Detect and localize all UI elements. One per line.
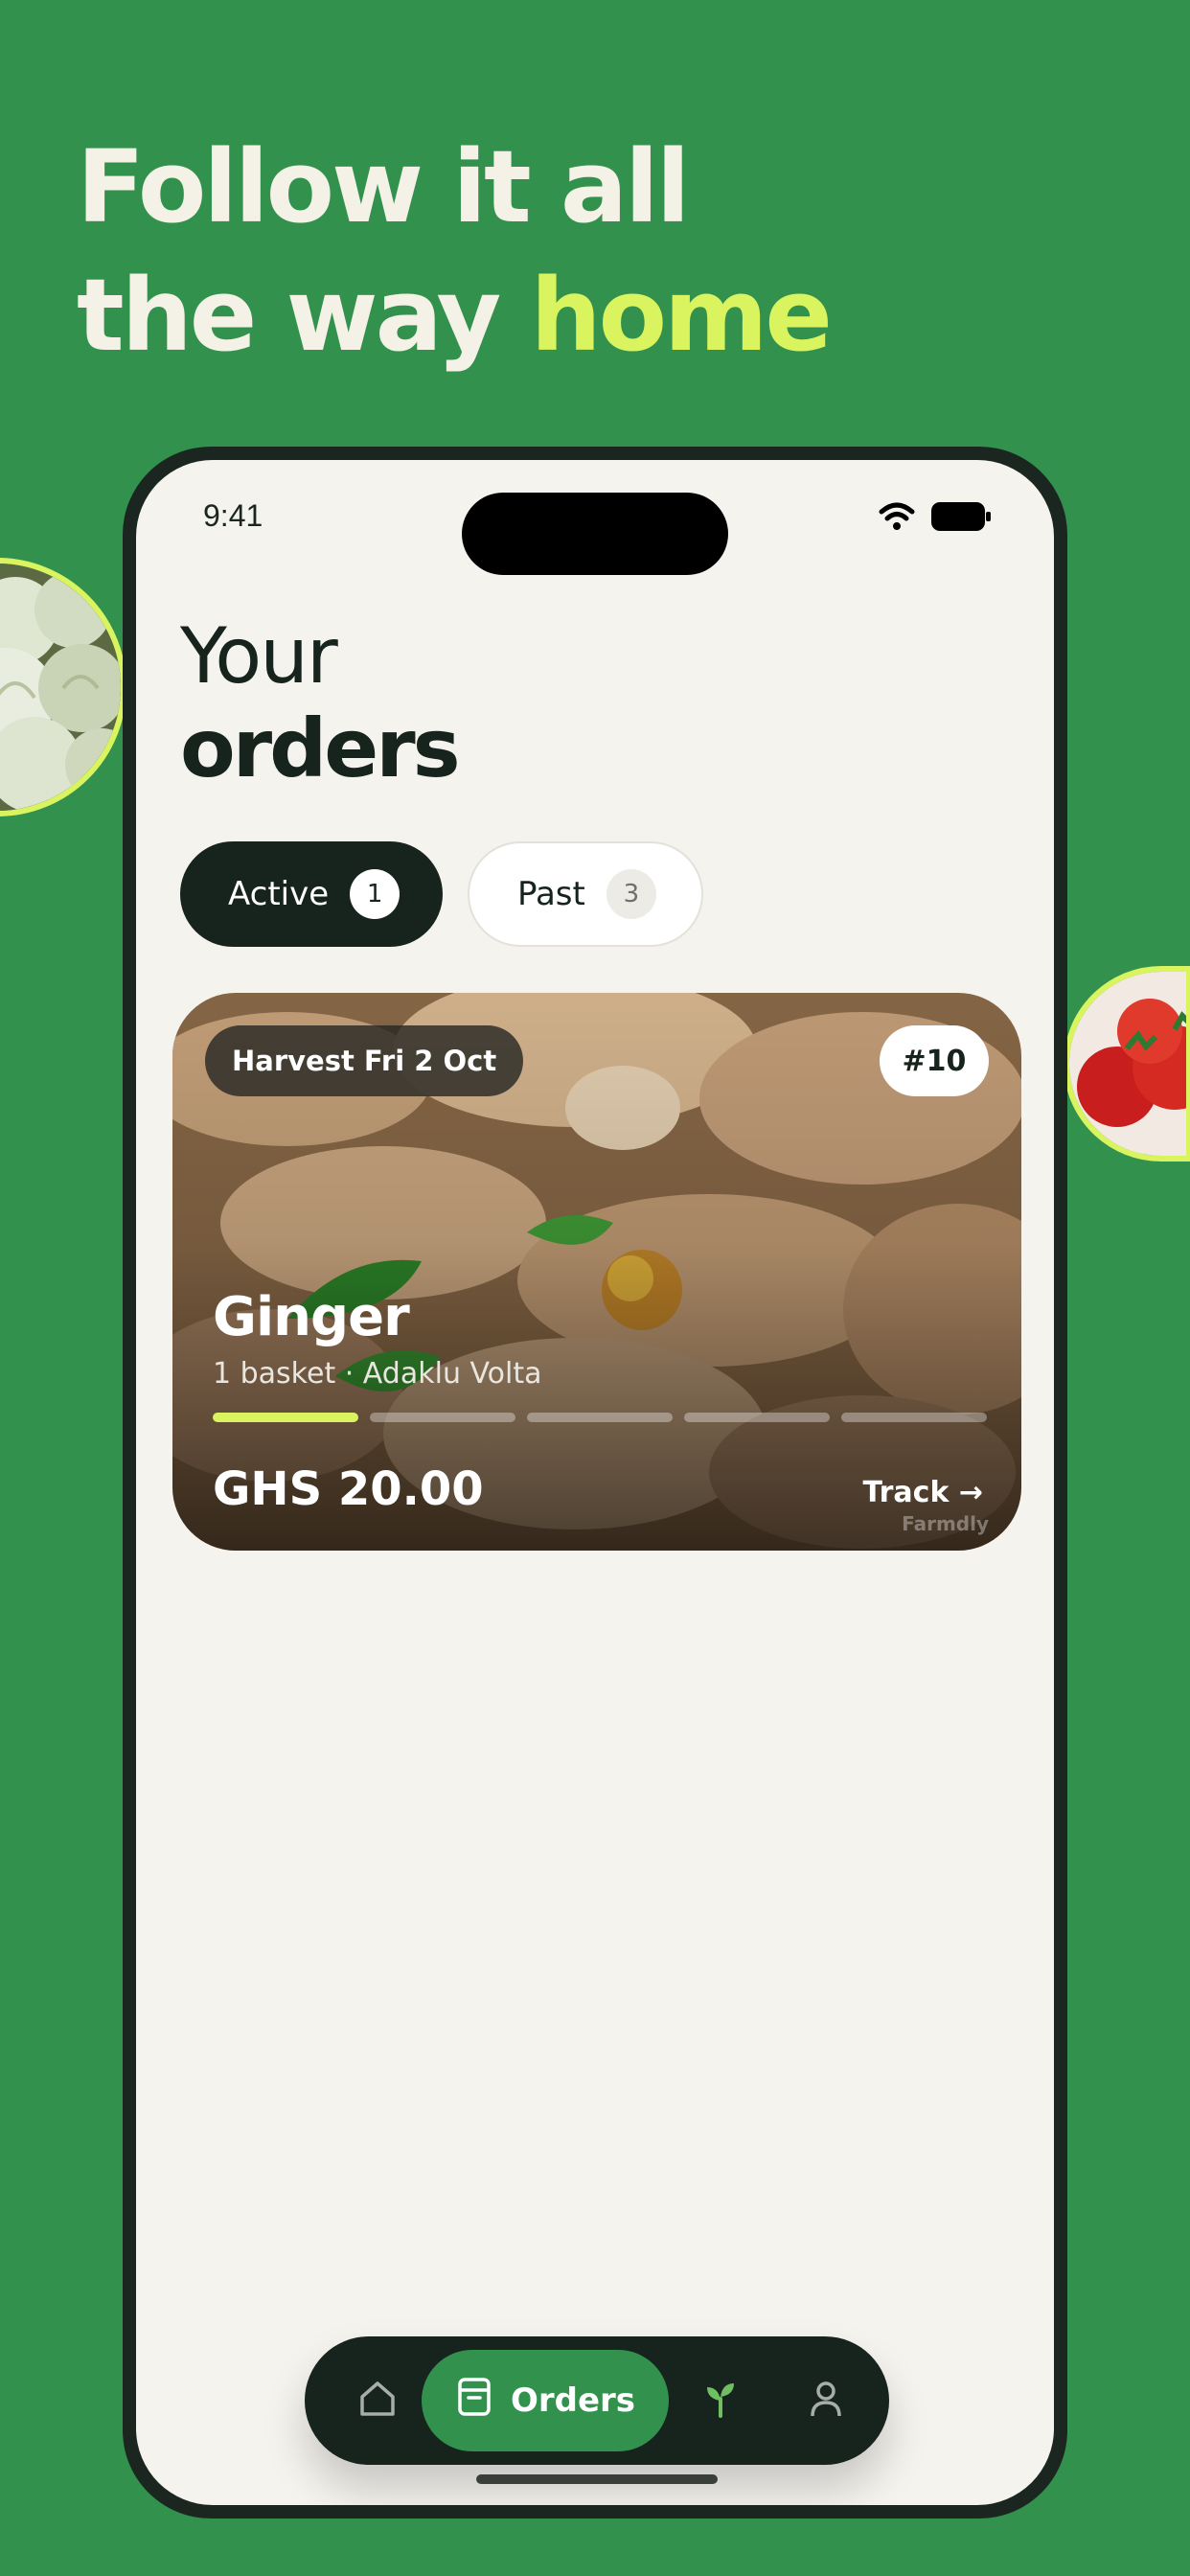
progress-segment bbox=[370, 1413, 515, 1422]
product-name: Ginger bbox=[213, 1286, 410, 1348]
harvest-date-badge: Harvest Fri 2 Oct bbox=[205, 1025, 524, 1096]
progress-segment bbox=[527, 1413, 673, 1422]
tab-active-count: 1 bbox=[350, 869, 400, 919]
tab-active[interactable]: Active 1 bbox=[180, 841, 443, 947]
battery-icon bbox=[931, 502, 991, 535]
status-time: 9:41 bbox=[203, 498, 263, 533]
nav-orders-label: Orders bbox=[510, 2381, 636, 2420]
tab-past-count: 3 bbox=[606, 869, 656, 919]
tab-past-label: Past bbox=[517, 875, 585, 913]
order-number-badge: #10 bbox=[880, 1025, 989, 1096]
cabbage-photo bbox=[0, 558, 126, 816]
home-indicator bbox=[476, 2474, 718, 2484]
bottom-nav: Orders bbox=[305, 2336, 889, 2465]
wifi-icon bbox=[878, 502, 916, 535]
nav-home[interactable] bbox=[343, 2336, 412, 2465]
tomato-photo bbox=[1064, 966, 1190, 1162]
progress-segment bbox=[213, 1413, 358, 1422]
dynamic-island bbox=[462, 493, 728, 575]
marketing-headline: Follow it all the way home bbox=[77, 123, 833, 380]
orders-box-icon bbox=[455, 2376, 493, 2426]
order-card[interactable]: Harvest Fri 2 Oct #10 Ginger 1 basket · … bbox=[172, 993, 1021, 1551]
phone-frame: 9:41 Your orders Active 1 Past 3 Harvest… bbox=[123, 447, 1067, 2518]
tab-past[interactable]: Past 3 bbox=[468, 841, 703, 947]
order-price: GHS 20.00 bbox=[213, 1462, 484, 1516]
order-progress bbox=[213, 1413, 987, 1422]
page-title-light: Your bbox=[180, 611, 338, 701]
brand-watermark: Farmdly bbox=[902, 1512, 989, 1535]
home-icon bbox=[356, 2378, 399, 2424]
product-meta: 1 basket · Adaklu Volta bbox=[213, 1357, 542, 1391]
headline-accent: home bbox=[530, 257, 833, 374]
profile-icon bbox=[805, 2378, 847, 2424]
nav-farm[interactable] bbox=[686, 2336, 755, 2465]
progress-segment bbox=[841, 1413, 987, 1422]
app-screen: 9:41 Your orders Active 1 Past 3 Harvest… bbox=[136, 460, 1054, 2505]
headline-line-1: Follow it all bbox=[77, 128, 690, 245]
tab-active-label: Active bbox=[228, 875, 330, 913]
sprout-icon bbox=[701, 2378, 740, 2424]
headline-prefix: the way bbox=[77, 257, 531, 374]
nav-profile[interactable] bbox=[791, 2336, 860, 2465]
status-icons bbox=[878, 502, 991, 535]
track-button[interactable]: Track → bbox=[862, 1476, 983, 1509]
progress-segment bbox=[684, 1413, 830, 1422]
headline-line-2: the way home bbox=[77, 251, 833, 380]
page-title-bold: orders bbox=[180, 702, 461, 795]
nav-orders[interactable]: Orders bbox=[422, 2350, 669, 2451]
